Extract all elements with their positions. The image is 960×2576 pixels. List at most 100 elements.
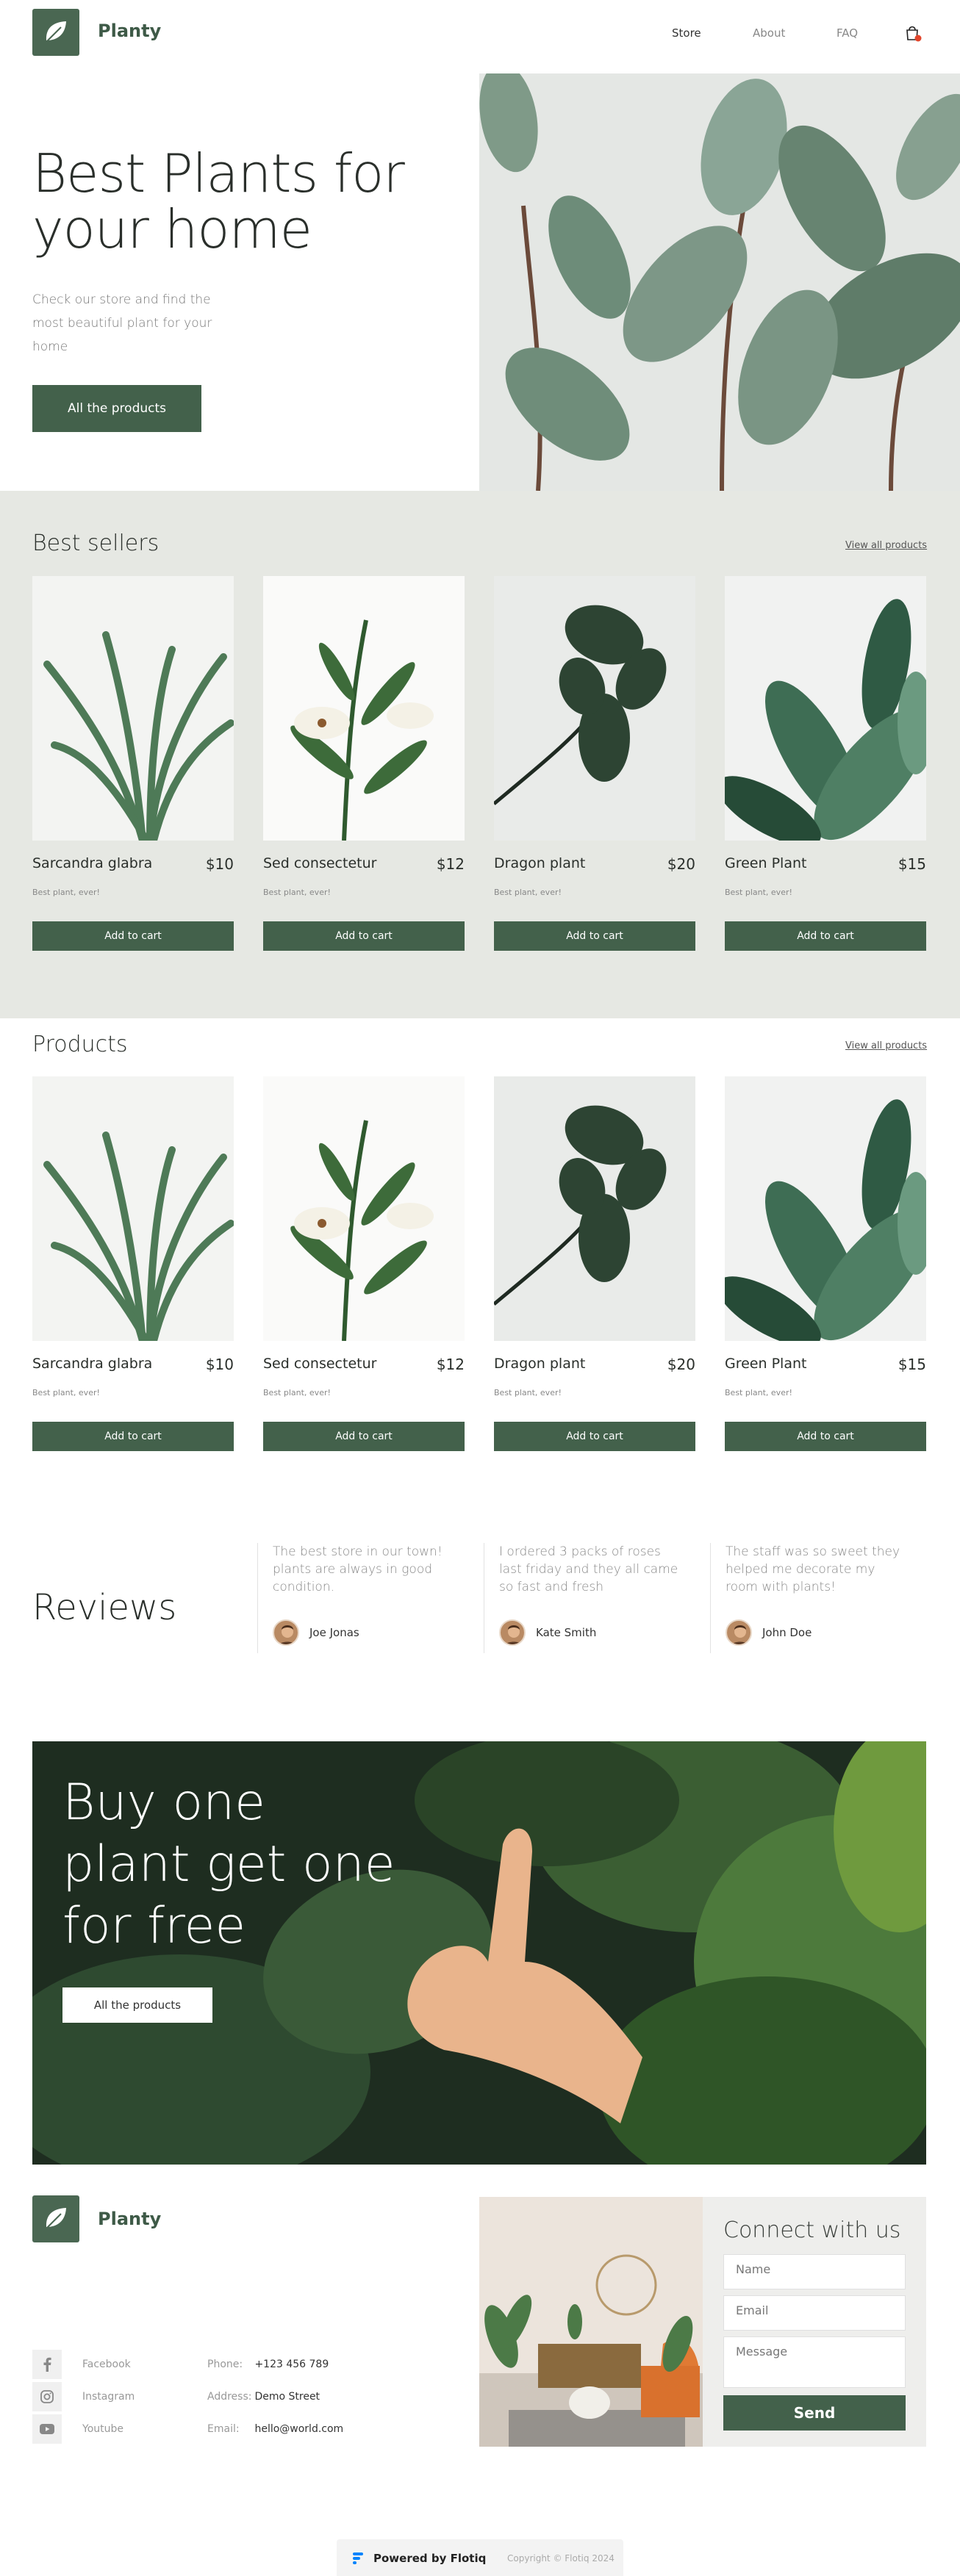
page: Planty Store About FAQ Best Plants for y… (0, 0, 960, 2576)
review-author-name: John Doe (762, 1626, 812, 1639)
nav-faq[interactable]: FAQ (837, 26, 858, 40)
best-sellers-title: Best sellers (32, 530, 160, 556)
product-image[interactable] (494, 1076, 695, 1341)
social-instagram[interactable]: Instagram (32, 2382, 135, 2411)
avatar (499, 1619, 526, 1646)
product-price: $20 (667, 1356, 695, 1373)
social-label[interactable]: Facebook (82, 2359, 131, 2370)
product-image[interactable] (32, 1076, 234, 1341)
add-to-cart-button[interactable]: Add to cart (725, 921, 926, 951)
social-label[interactable]: Youtube (82, 2423, 123, 2435)
product-name[interactable]: Dragon plant (494, 855, 585, 871)
contact-email: Email: hello@world.com (207, 2423, 343, 2435)
hero-title: Best Plants for your home (32, 143, 405, 260)
review-3: The staff was so sweet they helped me de… (710, 1543, 909, 1653)
cart-icon[interactable] (904, 24, 922, 42)
footer-logo-mark[interactable] (32, 2195, 79, 2242)
add-to-cart-button[interactable]: Add to cart (263, 1422, 465, 1451)
contact-value[interactable]: +123 456 789 (254, 2359, 329, 2370)
best-sellers-view-all-link[interactable]: View all products (845, 540, 927, 551)
leaf-icon (45, 21, 66, 43)
contact-label: Phone: (207, 2359, 243, 2370)
product-subtitle: Best plant, ever! (494, 1388, 562, 1397)
product-price: $10 (205, 855, 234, 873)
message-field[interactable]: Message (723, 2336, 906, 2388)
review-1: The best store in our town! plants are a… (257, 1543, 456, 1653)
add-to-cart-button[interactable]: Add to cart (32, 921, 234, 951)
promo-all-products-button[interactable]: All the products (62, 1987, 212, 2023)
hero-all-products-button[interactable]: All the products (32, 385, 201, 432)
nav-store[interactable]: Store (672, 26, 701, 40)
product-image[interactable] (494, 576, 695, 841)
product-image[interactable] (263, 576, 465, 841)
products-title: Products (32, 1032, 128, 1057)
product-subtitle: Best plant, ever! (725, 888, 792, 897)
product-price: $12 (436, 1356, 465, 1373)
product-image[interactable] (32, 576, 234, 841)
email-field[interactable]: Email (723, 2295, 906, 2331)
contact-label: Email: (207, 2423, 240, 2435)
product-name[interactable]: Green Plant (725, 855, 806, 871)
review-author-name: Joe Jonas (309, 1626, 359, 1639)
add-to-cart-button[interactable]: Add to cart (263, 921, 465, 951)
name-field[interactable]: Name (723, 2254, 906, 2289)
footer-room-image (479, 2197, 703, 2447)
contact-label: Address: (207, 2391, 252, 2403)
product-name[interactable]: Dragon plant (494, 1356, 585, 1372)
send-button[interactable]: Send (723, 2395, 906, 2431)
connect-title: Connect with us (723, 2217, 901, 2243)
reviews-title: Reviews (32, 1587, 177, 1628)
youtube-icon[interactable] (32, 2414, 62, 2444)
product-subtitle: Best plant, ever! (263, 888, 331, 897)
product-price: $20 (667, 855, 695, 873)
add-to-cart-button[interactable]: Add to cart (725, 1422, 926, 1451)
review-text: The staff was so sweet they helped me de… (726, 1544, 900, 1594)
product-price: $15 (898, 1356, 926, 1373)
logo-text[interactable]: Planty (98, 21, 161, 41)
avatar (273, 1619, 299, 1646)
contact-address: Address: Demo Street (207, 2391, 320, 2403)
product-price: $15 (898, 855, 926, 873)
review-author: Joe Jonas (273, 1619, 359, 1646)
connect-form: Connect with us Name Email Message Send (703, 2197, 926, 2447)
instagram-icon[interactable] (32, 2382, 62, 2411)
copyright-text: Copyright © Flotiq 2024 (507, 2553, 615, 2564)
product-image[interactable] (725, 1076, 926, 1341)
product-subtitle: Best plant, ever! (494, 888, 562, 897)
nav-about[interactable]: About (753, 26, 785, 40)
product-subtitle: Best plant, ever! (263, 1388, 331, 1397)
facebook-icon[interactable] (32, 2350, 62, 2379)
social-facebook[interactable]: Facebook (32, 2350, 131, 2379)
product-image[interactable] (725, 576, 926, 841)
product-image[interactable] (263, 1076, 465, 1341)
add-to-cart-button[interactable]: Add to cart (494, 1422, 695, 1451)
social-label[interactable]: Instagram (82, 2391, 135, 2403)
product-subtitle: Best plant, ever! (32, 1388, 100, 1397)
product-name[interactable]: Sed consectetur (263, 855, 376, 871)
product-name[interactable]: Sarcandra glabra (32, 1356, 152, 1372)
social-youtube[interactable]: Youtube (32, 2414, 123, 2444)
powered-by-text[interactable]: Powered by Flotiq (373, 2552, 486, 2565)
product-name[interactable]: Green Plant (725, 1356, 806, 1372)
hero-description: Check our store and find the most beauti… (32, 292, 212, 354)
contact-phone: Phone: +123 456 789 (207, 2359, 329, 2370)
review-author-name: Kate Smith (536, 1626, 597, 1639)
flotiq-icon (353, 2552, 363, 2564)
hero-plant-image (479, 73, 960, 491)
review-text: The best store in our town! plants are a… (273, 1544, 443, 1594)
powered-by-bar: Powered by Flotiq Copyright © Flotiq 202… (337, 2539, 623, 2576)
product-name[interactable]: Sed consectetur (263, 1356, 376, 1372)
footer-logo-text[interactable]: Planty (98, 2209, 161, 2229)
product-price: $12 (436, 855, 465, 873)
product-name[interactable]: Sarcandra glabra (32, 855, 152, 871)
contact-value[interactable]: hello@world.com (254, 2423, 343, 2435)
product-subtitle: Best plant, ever! (725, 1388, 792, 1397)
add-to-cart-button[interactable]: Add to cart (494, 921, 695, 951)
products-view-all-link[interactable]: View all products (845, 1040, 927, 1051)
product-subtitle: Best plant, ever! (32, 888, 100, 897)
review-text: I ordered 3 packs of roses last friday a… (499, 1544, 678, 1594)
review-2: I ordered 3 packs of roses last friday a… (484, 1543, 682, 1653)
powered-by-link[interactable]: Powered by Flotiq (351, 2551, 486, 2566)
add-to-cart-button[interactable]: Add to cart (32, 1422, 234, 1451)
logo-mark[interactable] (32, 9, 79, 56)
